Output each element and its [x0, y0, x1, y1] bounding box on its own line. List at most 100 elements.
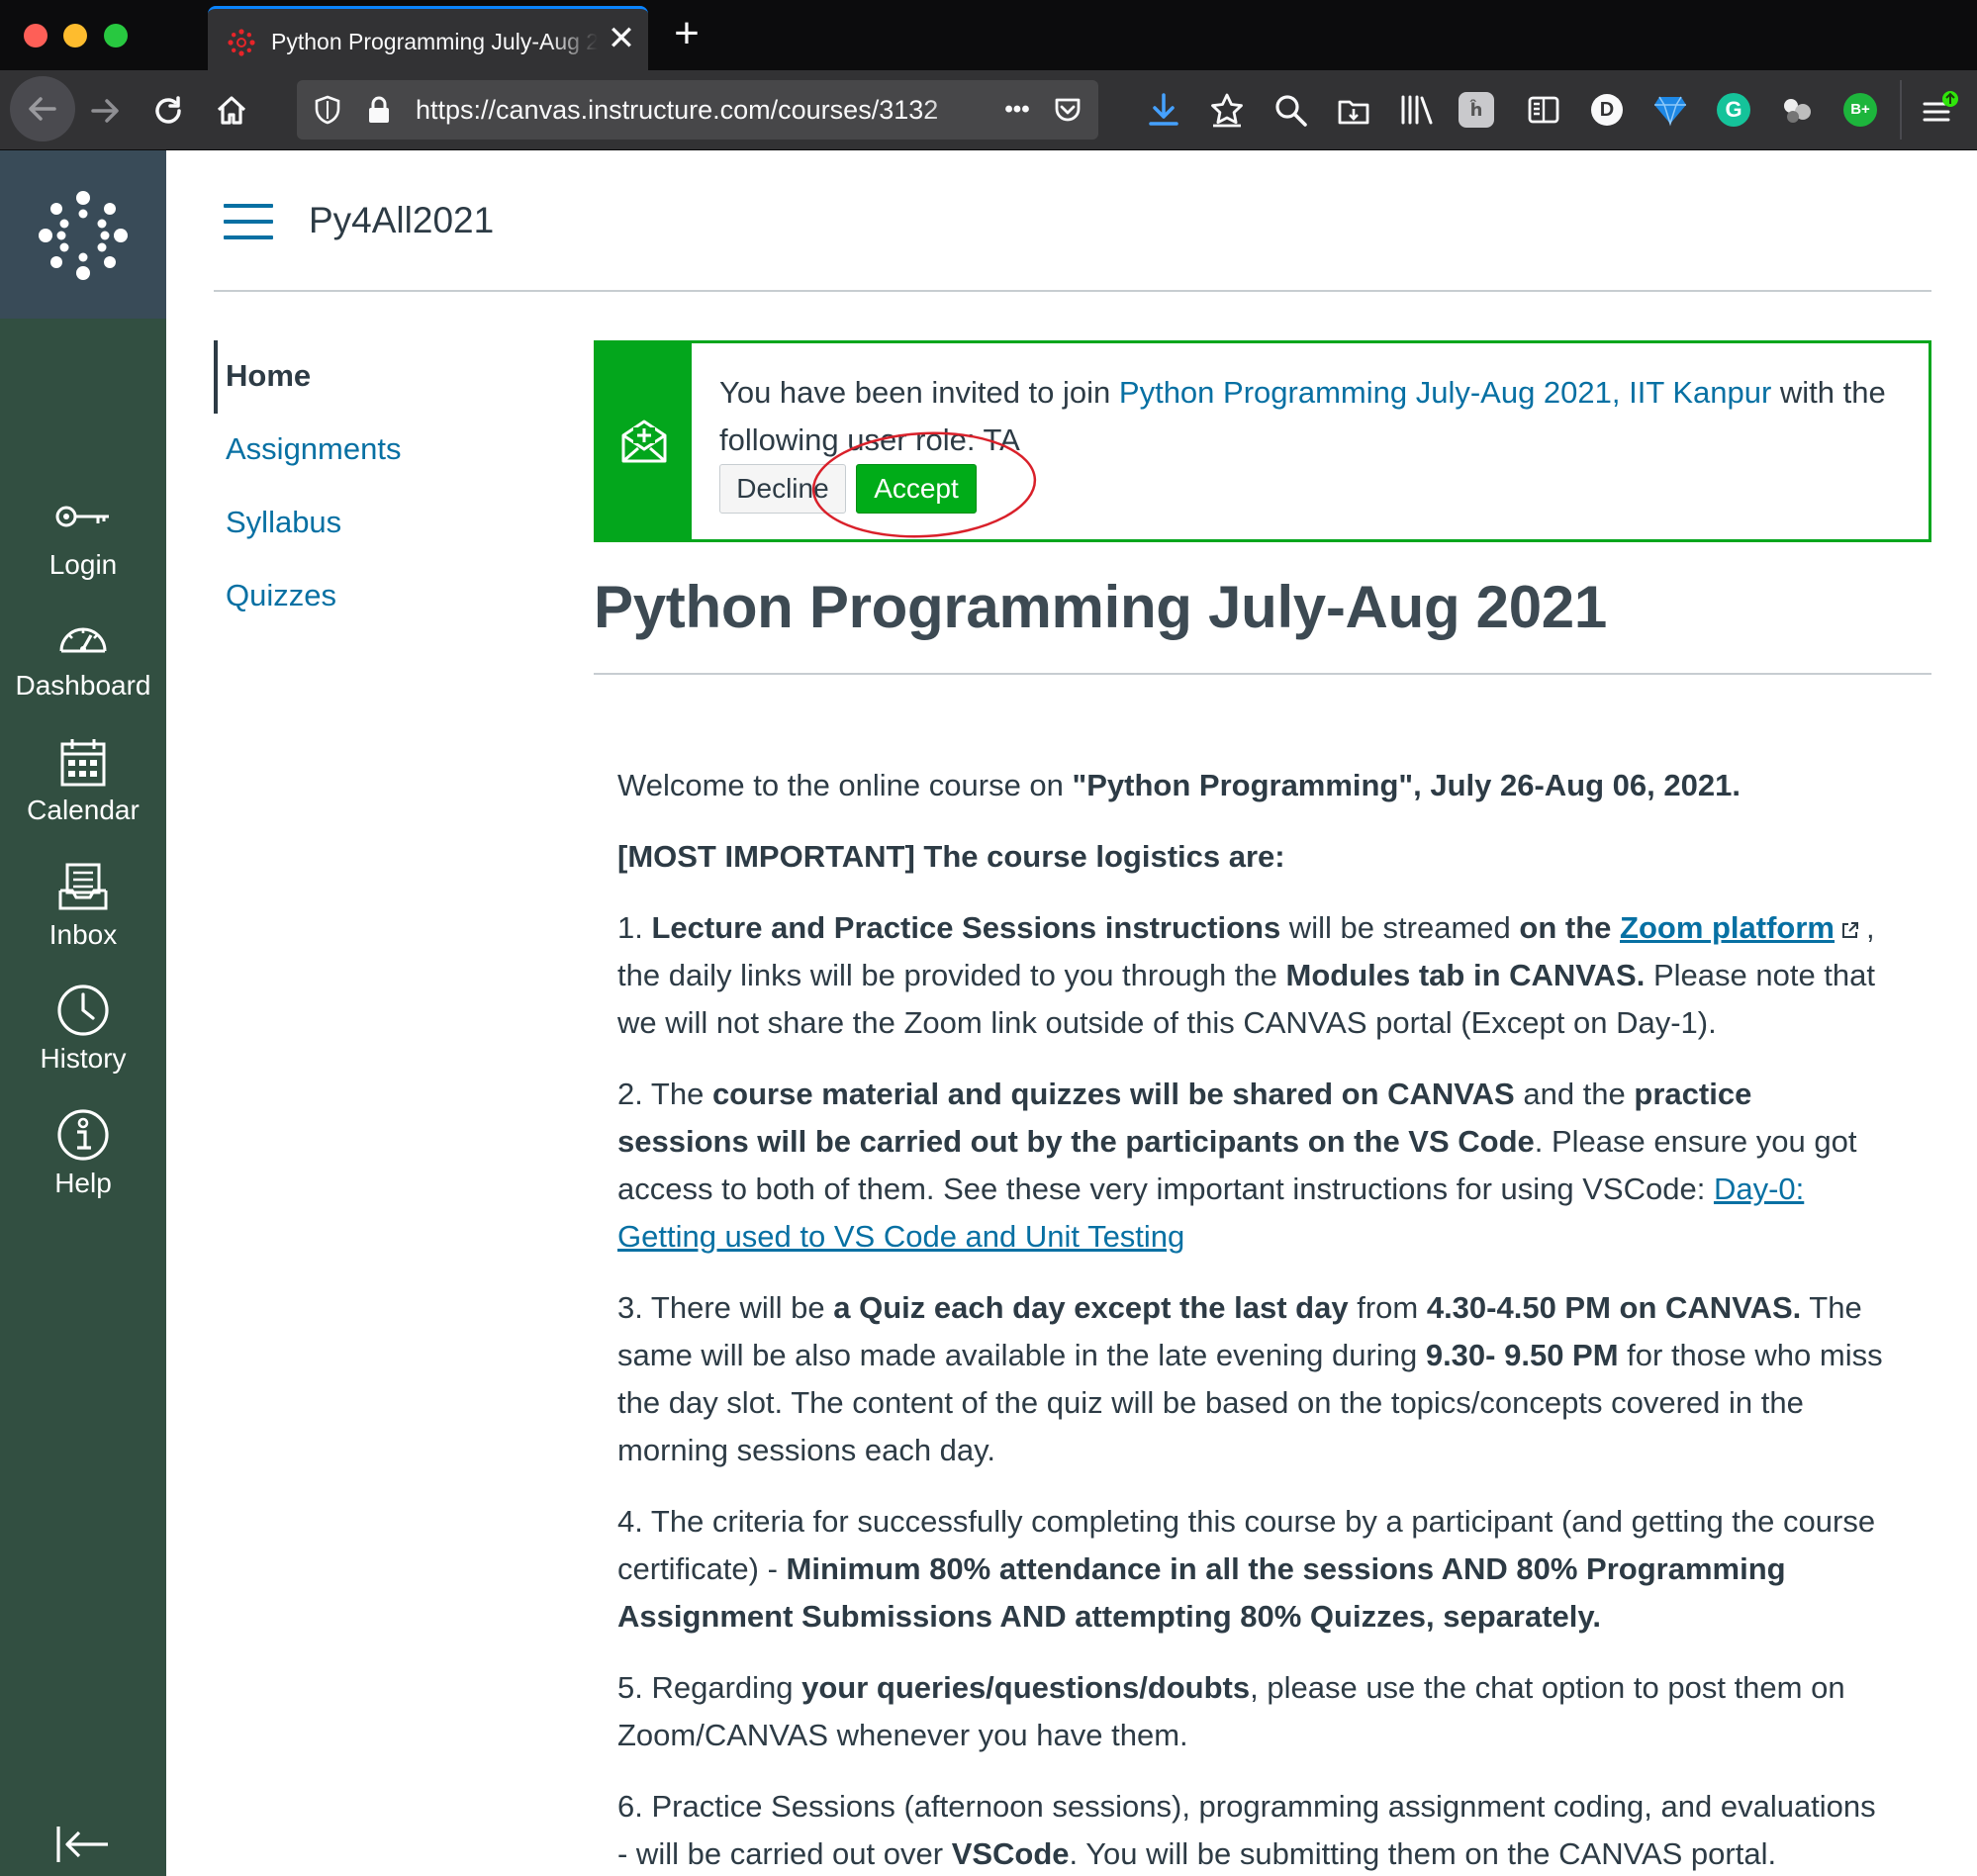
extension-d-label: D	[1591, 94, 1623, 126]
invitation-banner: You have been invited to join Python Pro…	[594, 340, 1931, 542]
library-icon[interactable]	[1395, 88, 1439, 132]
global-nav-label: Calendar	[27, 795, 140, 825]
global-nav-help[interactable]: Help	[0, 1105, 166, 1214]
search-icon[interactable]	[1269, 88, 1312, 132]
tab-title: Python Programming July-Aug 2021	[271, 29, 598, 54]
logistics-heading-text: [MOST IMPORTANT] The course logistics ar…	[617, 839, 1285, 874]
text: from	[1348, 1290, 1427, 1325]
breadcrumb-course[interactable]: Py4All2021	[309, 198, 494, 243]
grammarly-icon[interactable]: G	[1712, 88, 1755, 132]
canvas-logo-icon[interactable]	[38, 190, 129, 281]
forward-button[interactable]	[77, 83, 133, 139]
global-nav-login[interactable]: Login	[0, 487, 166, 596]
welcome-text: Welcome to the online course on	[617, 768, 1073, 802]
reader-view-icon[interactable]	[1522, 88, 1565, 132]
menu-icon	[1923, 91, 1958, 122]
back-button[interactable]	[10, 76, 75, 141]
logistics-item-1: 1. Lecture and Practice Sessions instruc…	[617, 904, 1884, 1047]
diamond-extension-icon[interactable]	[1648, 88, 1692, 132]
global-navigation: Login Dashboard Calendar Inbox History H…	[0, 150, 166, 1876]
bookmarks-star-icon[interactable]	[1205, 88, 1249, 132]
global-nav-label: Dashboard	[15, 670, 151, 701]
extension-d-icon[interactable]: D	[1585, 88, 1629, 132]
bold-text: on the	[1519, 910, 1621, 945]
minimize-window-button[interactable]	[63, 24, 87, 47]
page-actions-icon[interactable]: •••	[995, 93, 1039, 127]
screenshot-icon[interactable]	[1332, 88, 1375, 132]
course-nav-quizzes[interactable]: Quizzes	[226, 576, 336, 615]
zoom-platform-link[interactable]: Zoom platform	[1620, 910, 1835, 945]
global-nav-calendar[interactable]: Calendar	[0, 732, 166, 841]
course-home-content: Welcome to the online course on "Python …	[617, 762, 1884, 1876]
bold-text: Modules tab in CANVAS.	[1285, 958, 1646, 992]
app-menu-button[interactable]	[1918, 88, 1961, 132]
global-nav-label: Inbox	[48, 919, 118, 950]
bold-text: 4.30-4.50 PM on CANVAS.	[1426, 1290, 1802, 1325]
balls-extension-icon[interactable]	[1775, 88, 1819, 132]
reload-button[interactable]	[141, 83, 196, 139]
tab-bar: Python Programming July-Aug 2021 ✕ +	[0, 0, 1977, 70]
canvas-favicon-icon	[228, 29, 255, 56]
tab-close-icon[interactable]: ✕	[604, 21, 639, 56]
key-icon	[53, 487, 113, 546]
title-divider	[594, 673, 1931, 675]
browser-window: { "browser": { "tab_title": "Python Prog…	[0, 0, 1977, 1876]
red-annotation-ellipse	[811, 431, 1037, 538]
text: 2. The	[617, 1077, 712, 1111]
lock-icon[interactable]	[362, 93, 396, 127]
downloads-icon[interactable]	[1142, 88, 1185, 132]
reload-icon	[155, 96, 181, 124]
extension-h-icon[interactable]: ĥ	[1459, 92, 1494, 128]
external-link-icon	[1842, 921, 1859, 938]
text: 1.	[617, 910, 652, 945]
page-title: Python Programming July-Aug 2021	[594, 574, 1607, 640]
url-bar[interactable]: https://canvas.instructure.com/courses/3…	[297, 80, 1098, 140]
toolbar-divider	[1900, 80, 1902, 140]
logistics-item-6: 6. Practice Sessions (afternoon sessions…	[617, 1783, 1884, 1876]
collapse-nav-icon[interactable]	[53, 1823, 113, 1866]
active-tab[interactable]: Python Programming July-Aug 2021 ✕	[208, 6, 648, 70]
bold-text: course material and quizzes will be shar…	[711, 1077, 1515, 1111]
course-nav-syllabus[interactable]: Syllabus	[226, 503, 341, 542]
bplus-extension-icon[interactable]: B+	[1838, 88, 1882, 132]
bold-text: your queries/questions/doubts	[801, 1670, 1251, 1705]
bold-text: VSCode	[951, 1836, 1070, 1871]
global-nav-inbox[interactable]: Inbox	[0, 857, 166, 966]
clock-icon	[53, 981, 113, 1040]
text: and the	[1514, 1077, 1635, 1111]
bold-text: Lecture and Practice Sessions instructio…	[651, 910, 1281, 945]
envelope-plus-icon	[621, 420, 667, 463]
global-nav-dashboard[interactable]: Dashboard	[0, 608, 166, 716]
active-indicator	[214, 340, 218, 414]
invitation-prefix: You have been invited to join	[719, 375, 1119, 410]
info-icon	[53, 1105, 113, 1165]
pocket-icon[interactable]	[1051, 93, 1084, 127]
shield-icon[interactable]	[311, 93, 344, 127]
dashboard-icon	[53, 608, 113, 667]
grammarly-label: G	[1717, 93, 1750, 127]
bold-text: 9.30- 9.50 PM	[1425, 1338, 1619, 1372]
arrow-right-icon	[91, 99, 119, 123]
logistics-item-2: 2. The course material and quizzes will …	[617, 1071, 1884, 1261]
bold-text: Minimum 80% attendance in all the sessio…	[617, 1551, 1786, 1634]
course-nav-home[interactable]: Home	[226, 356, 311, 396]
welcome-bold: "Python Programming", July 26-Aug 06, 20…	[1072, 768, 1741, 802]
zoom-window-button[interactable]	[104, 24, 128, 47]
arrow-left-icon	[29, 97, 56, 121]
global-nav-history[interactable]: History	[0, 981, 166, 1089]
inbox-icon	[53, 857, 113, 916]
invitation-course-link[interactable]: Python Programming July-Aug 2021, IIT Ka…	[1119, 375, 1771, 410]
new-tab-button[interactable]: +	[665, 12, 708, 57]
home-icon	[217, 96, 246, 125]
global-nav-label: Login	[48, 549, 118, 580]
home-button[interactable]	[204, 83, 259, 139]
course-nav-assignments[interactable]: Assignments	[226, 429, 401, 469]
text: 3. There will be	[617, 1290, 834, 1325]
text: will be streamed	[1280, 910, 1520, 945]
url-text[interactable]: https://canvas.instructure.com/courses/3…	[416, 94, 980, 126]
close-window-button[interactable]	[24, 24, 47, 47]
course-menu-toggle[interactable]	[224, 204, 273, 239]
invitation-icon-panel	[597, 343, 692, 539]
bold-text: a Quiz each day except the last day	[833, 1290, 1349, 1325]
global-nav-label: Help	[54, 1168, 112, 1198]
